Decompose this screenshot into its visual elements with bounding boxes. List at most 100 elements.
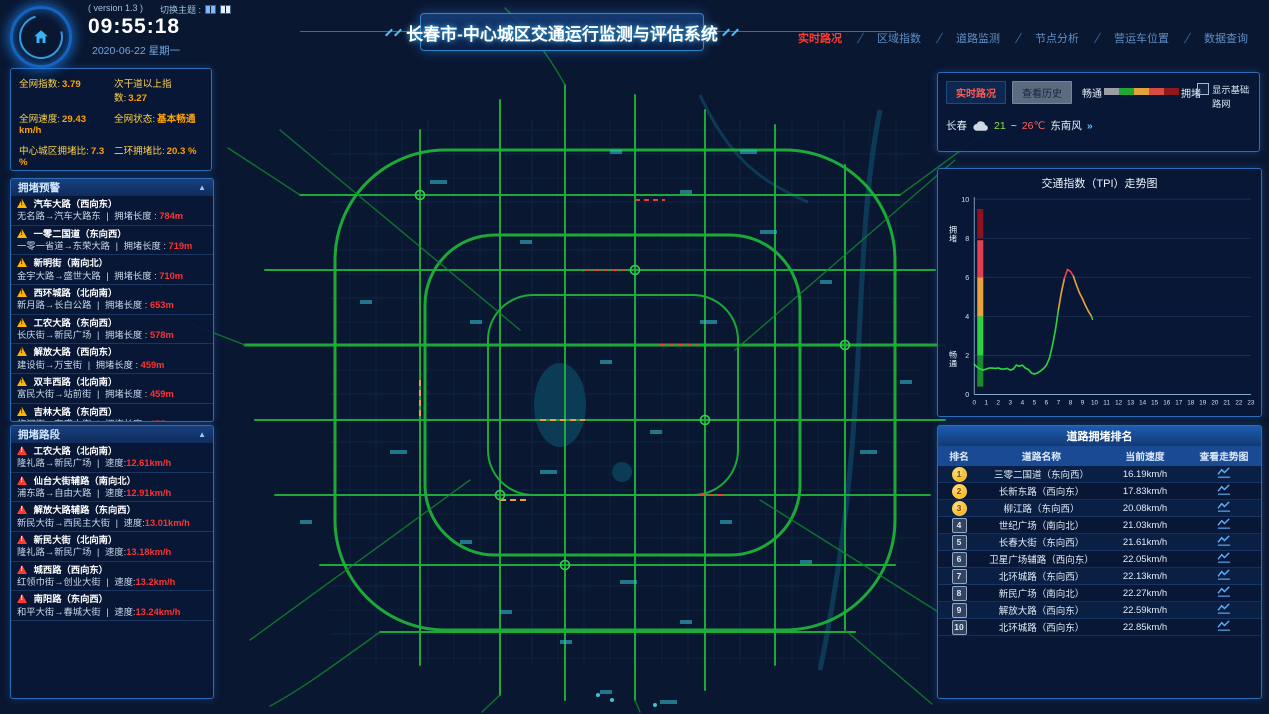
road-range: 富民大街→站前街 [17, 389, 91, 399]
table-row[interactable]: 3 柳江路（东向西） 20.08km/h [938, 500, 1261, 517]
table-row[interactable]: 10 北环城路（西向东） 22.85km/h [938, 619, 1261, 636]
congestion-length: 784m [159, 211, 183, 221]
separator: | [106, 577, 108, 587]
road-name: 一零二国道（东向西） [34, 229, 127, 239]
separator: | [97, 458, 99, 468]
congested-segment-item[interactable]: 仙台大街辅路（南向北） 浦东路→自由大路 | 速度:12.91km/h [11, 473, 213, 503]
tpi-line-chart[interactable]: 0246810012345678910111213141516171819202… [938, 191, 1261, 415]
collapse-icon[interactable]: ▲ [198, 430, 206, 439]
table-row[interactable]: 8 新民广场（南向北） 22.27km/h [938, 585, 1261, 602]
road-name: 北环城路（西向东） [980, 620, 1103, 634]
table-row[interactable]: 5 长春大街（东向西） 21.61km/h [938, 534, 1261, 551]
panel-title: 拥堵路段 [18, 427, 60, 442]
congestion-warning-item[interactable]: 一零二国道（东向西） 一零一省道→东荣大路 | 拥堵长度 : 719m [11, 226, 213, 256]
nav-item-realtime[interactable]: 实时路况 [789, 28, 851, 48]
table-row[interactable]: 1 三零二国道（东向西） 16.19km/h [938, 466, 1261, 483]
table-row[interactable]: 2 长新东路（西向东） 17.83km/h [938, 483, 1261, 500]
collapse-icon[interactable]: ▲ [198, 183, 206, 192]
warning-triangle-icon [17, 377, 27, 386]
alert-triangle-icon [17, 535, 27, 544]
svg-text:4: 4 [1021, 400, 1025, 407]
rank-badge: 5 [952, 535, 967, 550]
theme-swatch-icon[interactable] [220, 5, 231, 14]
checkbox-icon[interactable] [1197, 83, 1209, 95]
speed-label: 速度: [105, 458, 126, 468]
rank-badge: 4 [952, 518, 967, 533]
trend-chart-icon[interactable] [1217, 517, 1232, 533]
trend-chart-icon[interactable] [1217, 619, 1232, 635]
stat-secondary-index: 次干道以上指数:3.27 [114, 76, 203, 104]
table-row[interactable]: 7 北环城路（东向西） 22.13km/h [938, 568, 1261, 585]
weather-more-arrow[interactable]: » [1087, 120, 1093, 132]
road-name: 解放大路（西向东） [980, 603, 1103, 617]
chart-title: 交通指数（TPI）走势图 [938, 169, 1261, 191]
congestion-length: 710m [159, 271, 183, 281]
base-network-toggle[interactable]: 显示基础路网 [1197, 82, 1253, 110]
warning-triangle-icon [17, 288, 27, 297]
page-title: 长春市-中心城区交通运行监测与评估系统 [406, 20, 718, 45]
col-road-name: 道路名称 [980, 449, 1103, 463]
congestion-warning-item[interactable]: 双丰西路（北向南） 富民大街→站前街 | 拥堵长度 : 459m [11, 374, 213, 404]
congestion-warning-item[interactable]: 西环城路（北向南） 新月路→长白公路 | 拥堵长度 : 653m [11, 285, 213, 315]
junction-icons [416, 191, 850, 570]
theme-swatch-icon[interactable] [205, 5, 216, 14]
road-range: 红领巾街→创业大街 [17, 577, 101, 587]
traffic-legend: 畅通 拥堵 [1082, 85, 1201, 100]
trend-chart-icon[interactable] [1217, 585, 1232, 601]
road-range: 一零一省道→东荣大路 [17, 241, 110, 251]
realtime-traffic-button[interactable]: 实时路况 [946, 81, 1006, 104]
trend-chart-icon[interactable] [1217, 551, 1232, 567]
current-speed: 21.03km/h [1103, 520, 1187, 531]
col-trend: 查看走势图 [1187, 449, 1261, 463]
svg-text:21: 21 [1223, 400, 1230, 407]
trend-chart-icon[interactable] [1217, 534, 1232, 550]
trend-chart-icon[interactable] [1217, 602, 1232, 618]
current-speed: 21.61km/h [1103, 537, 1187, 548]
view-history-button[interactable]: 查看历史 [1012, 81, 1072, 104]
table-row[interactable]: 9 解放大路（西向东） 22.59km/h [938, 602, 1261, 619]
congested-segment-panel: 拥堵路段 ▲ 工农大路（北向南） 隆礼路→新民广场 | 速度:12.61km/h… [10, 425, 214, 699]
home-icon [32, 28, 50, 46]
trend-chart-icon[interactable] [1217, 500, 1232, 516]
nav-item-region-index[interactable]: 区域指数 [851, 28, 930, 48]
road-name: 西环城路（北向南） [34, 288, 118, 298]
svg-text:10: 10 [1091, 400, 1098, 407]
separator: | [97, 547, 99, 557]
weather-bar: 长春 21~26℃ 东南风 » [946, 118, 1251, 133]
congestion-warning-item[interactable]: 新明街（南向北） 金宇大路→盛世大路 | 拥堵长度 : 710m [11, 255, 213, 285]
congested-segment-item[interactable]: 城西路（西向东） 红领巾街→创业大街 | 速度:13.2km/h [11, 562, 213, 592]
congestion-warning-item[interactable]: 吉林大路（东向西） 临河街→东盛大街 | 拥堵长度 : 455m [11, 404, 213, 421]
nav-item-road-monitor[interactable]: 道路监测 [930, 28, 1009, 48]
svg-text:2: 2 [965, 352, 969, 360]
trend-chart-icon[interactable] [1217, 568, 1232, 584]
length-label: 拥堵长度 : [96, 360, 138, 370]
alert-triangle-icon [17, 594, 27, 603]
current-speed: 16.19km/h [1103, 469, 1187, 480]
trend-chart-icon[interactable] [1217, 483, 1232, 499]
nav-item-fleet-location[interactable]: 营运车位置 [1088, 28, 1178, 48]
nav-item-data-query[interactable]: 数据查询 [1178, 28, 1257, 48]
speed-label: 速度: [105, 547, 126, 557]
congestion-length: 459m [141, 360, 165, 370]
congested-segment-item[interactable]: 南阳路（东向西） 和平大街→春城大街 | 速度:13.24km/h [11, 591, 213, 621]
svg-text:8: 8 [965, 235, 969, 243]
congestion-warning-item[interactable]: 汽车大路（西向东） 无名路→汽车大路东 | 拥堵长度 : 784m [11, 196, 213, 226]
congested-segment-item[interactable]: 新民大街（北向南） 隆礼路→新民广场 | 速度:13.18km/h [11, 532, 213, 562]
trend-chart-icon[interactable] [1217, 466, 1232, 482]
svg-text:8: 8 [1069, 400, 1073, 407]
road-name: 新民大街（北向南） [34, 535, 118, 545]
home-logo[interactable] [10, 6, 72, 68]
congested-segment-item[interactable]: 解放大路辅路（东向西） 新民大街→西民主大街 | 速度:13.01km/h [11, 502, 213, 532]
nav-item-node-analysis[interactable]: 节点分析 [1009, 28, 1088, 48]
table-row[interactable]: 6 卫星广场辅路（西向东） 22.05km/h [938, 551, 1261, 568]
table-body: 1 三零二国道（东向西） 16.19km/h 2 长新东路（西向东） 17.83… [938, 466, 1261, 636]
congestion-warning-item[interactable]: 工农大路（东向西） 长庆街→新民广场 | 拥堵长度 : 578m [11, 315, 213, 345]
current-speed: 22.59km/h [1103, 605, 1187, 616]
segment-speed: 12.91km/h [126, 488, 171, 498]
road-name: 解放大路辅路（东向西） [34, 505, 136, 515]
separator: | [106, 607, 108, 617]
congestion-warning-item[interactable]: 解放大路（西向东） 建设街→万宝街 | 拥堵长度 : 459m [11, 344, 213, 374]
svg-text:6: 6 [1045, 400, 1049, 407]
congested-segment-item[interactable]: 工农大路（北向南） 隆礼路→新民广场 | 速度:12.61km/h [11, 443, 213, 473]
table-row[interactable]: 4 世纪广场（南向北） 21.03km/h [938, 517, 1261, 534]
